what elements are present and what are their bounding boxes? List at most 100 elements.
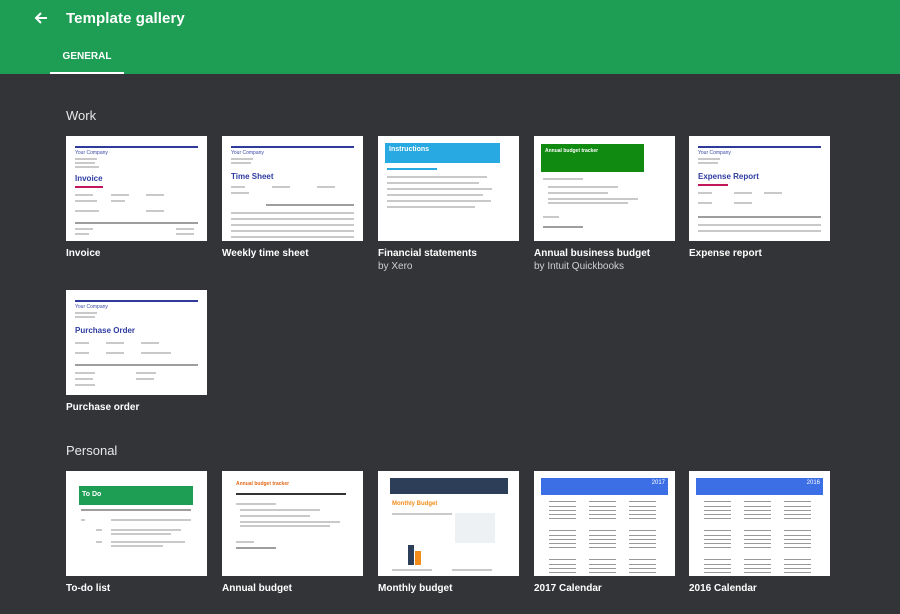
thumb-rule <box>75 300 198 302</box>
template-thumbnail: To Do <box>66 471 207 576</box>
thumb-text-line <box>231 158 253 160</box>
thumb-text-line <box>231 224 354 226</box>
thumb-heading: Invoice <box>75 174 103 183</box>
thumb-text-line <box>75 194 93 196</box>
thumb-text-line <box>176 233 194 235</box>
thumb-text-line <box>698 184 728 186</box>
thumb-text-line <box>387 200 491 202</box>
thumb-company: Your Company <box>231 150 264 156</box>
thumb-company: Your Company <box>75 304 108 310</box>
thumb-banner: To Do <box>79 486 193 505</box>
thumb-text-line <box>75 186 103 188</box>
thumb-text-line <box>231 212 354 214</box>
thumb-month <box>738 499 777 521</box>
thumb-text-line <box>548 202 628 204</box>
thumb-text-line <box>236 547 276 549</box>
thumb-text-line <box>75 378 93 380</box>
thumb-text-line <box>111 194 129 196</box>
thumb-text-line <box>75 222 198 224</box>
thumb-text-line <box>698 158 720 160</box>
thumb-month <box>623 499 662 521</box>
template-name: Monthly budget <box>378 583 453 594</box>
template-thumbnail: Your Company Expense Report <box>689 136 830 241</box>
thumb-text-line <box>452 569 492 571</box>
thumb-text-line <box>146 210 164 212</box>
thumb-text-line <box>106 342 124 344</box>
thumb-text-line <box>111 529 181 531</box>
thumb-text-line <box>231 230 354 232</box>
thumb-text-line <box>698 216 821 218</box>
thumb-text-line <box>543 216 559 218</box>
thumb-text-line <box>81 519 85 521</box>
template-thumbnail: Monthly Budget <box>378 471 519 576</box>
thumb-company: Your Company <box>75 150 108 156</box>
thumb-month <box>698 499 737 521</box>
thumb-heading: Expense Report <box>698 172 759 181</box>
thumb-text-line <box>317 186 335 188</box>
thumb-heading: Annual budget tracker <box>236 481 290 487</box>
thumb-text-line <box>141 352 171 354</box>
arrow-back-icon <box>34 12 47 24</box>
thumb-text-line <box>75 162 95 164</box>
thumb-text-line <box>75 312 97 314</box>
thumb-month <box>543 557 582 576</box>
section-title-work: Work <box>66 108 97 123</box>
thumb-text-line <box>231 162 251 164</box>
thumb-bar <box>408 545 414 565</box>
thumb-text-line <box>111 545 163 547</box>
thumb-month <box>543 499 582 521</box>
template-name: 2016 Calendar <box>689 583 757 594</box>
thumb-text-line <box>231 192 249 194</box>
thumb-banner <box>390 478 508 494</box>
thumb-rule <box>698 146 821 148</box>
thumb-text-line <box>272 186 290 188</box>
thumb-text-line <box>96 529 102 531</box>
thumb-text-line <box>240 509 320 511</box>
thumb-text-line <box>111 533 171 535</box>
thumb-text-line <box>698 192 712 194</box>
thumb-text-line <box>240 515 310 517</box>
thumb-month-grid <box>543 499 667 576</box>
thumb-text-line <box>387 188 492 190</box>
thumb-banner: 2017 <box>541 478 668 495</box>
thumb-text-line <box>231 218 354 220</box>
thumb-banner: 2016 <box>696 478 823 495</box>
template-thumbnail: Your Company Purchase Order <box>66 290 207 395</box>
thumb-month <box>583 557 622 576</box>
thumb-text-line <box>698 224 821 226</box>
thumb-text-line <box>548 186 618 188</box>
thumb-text-line <box>75 200 97 202</box>
thumb-month <box>698 557 737 576</box>
thumb-year: 2017 <box>651 480 665 486</box>
thumb-month <box>778 557 817 576</box>
thumb-text-line <box>75 158 97 160</box>
thumb-bar <box>415 551 421 565</box>
thumb-banner: Annual budget tracker <box>541 144 644 172</box>
thumb-text-line <box>111 541 185 543</box>
template-thumbnail: Instructions <box>378 136 519 241</box>
section-title-personal: Personal <box>66 443 118 458</box>
thumb-text-line <box>387 176 487 178</box>
thumb-heading: To Do <box>82 491 102 498</box>
thumb-text-line <box>387 182 479 184</box>
thumb-text-line <box>111 519 191 521</box>
thumb-text-line <box>734 192 752 194</box>
thumb-month <box>623 528 662 550</box>
template-provider: by Intuit Quickbooks <box>534 261 625 272</box>
thumb-text-line <box>392 569 432 571</box>
thumb-text-line <box>231 186 245 188</box>
thumb-text-line <box>75 384 95 386</box>
thumb-text-line <box>136 378 154 380</box>
thumb-rule <box>75 146 198 148</box>
thumb-month <box>583 499 622 521</box>
thumb-text-line <box>698 202 712 204</box>
thumb-text-line <box>387 168 437 170</box>
tab-general[interactable]: GENERAL <box>50 40 124 74</box>
template-thumbnail: Annual budget tracker <box>222 471 363 576</box>
thumb-heading: Instructions <box>389 146 430 153</box>
template-name: 2017 Calendar <box>534 583 602 594</box>
template-name: Annual budget <box>222 583 292 594</box>
thumb-summary-box <box>455 513 495 543</box>
template-name: Weekly time sheet <box>222 248 309 259</box>
back-button[interactable] <box>32 8 52 28</box>
